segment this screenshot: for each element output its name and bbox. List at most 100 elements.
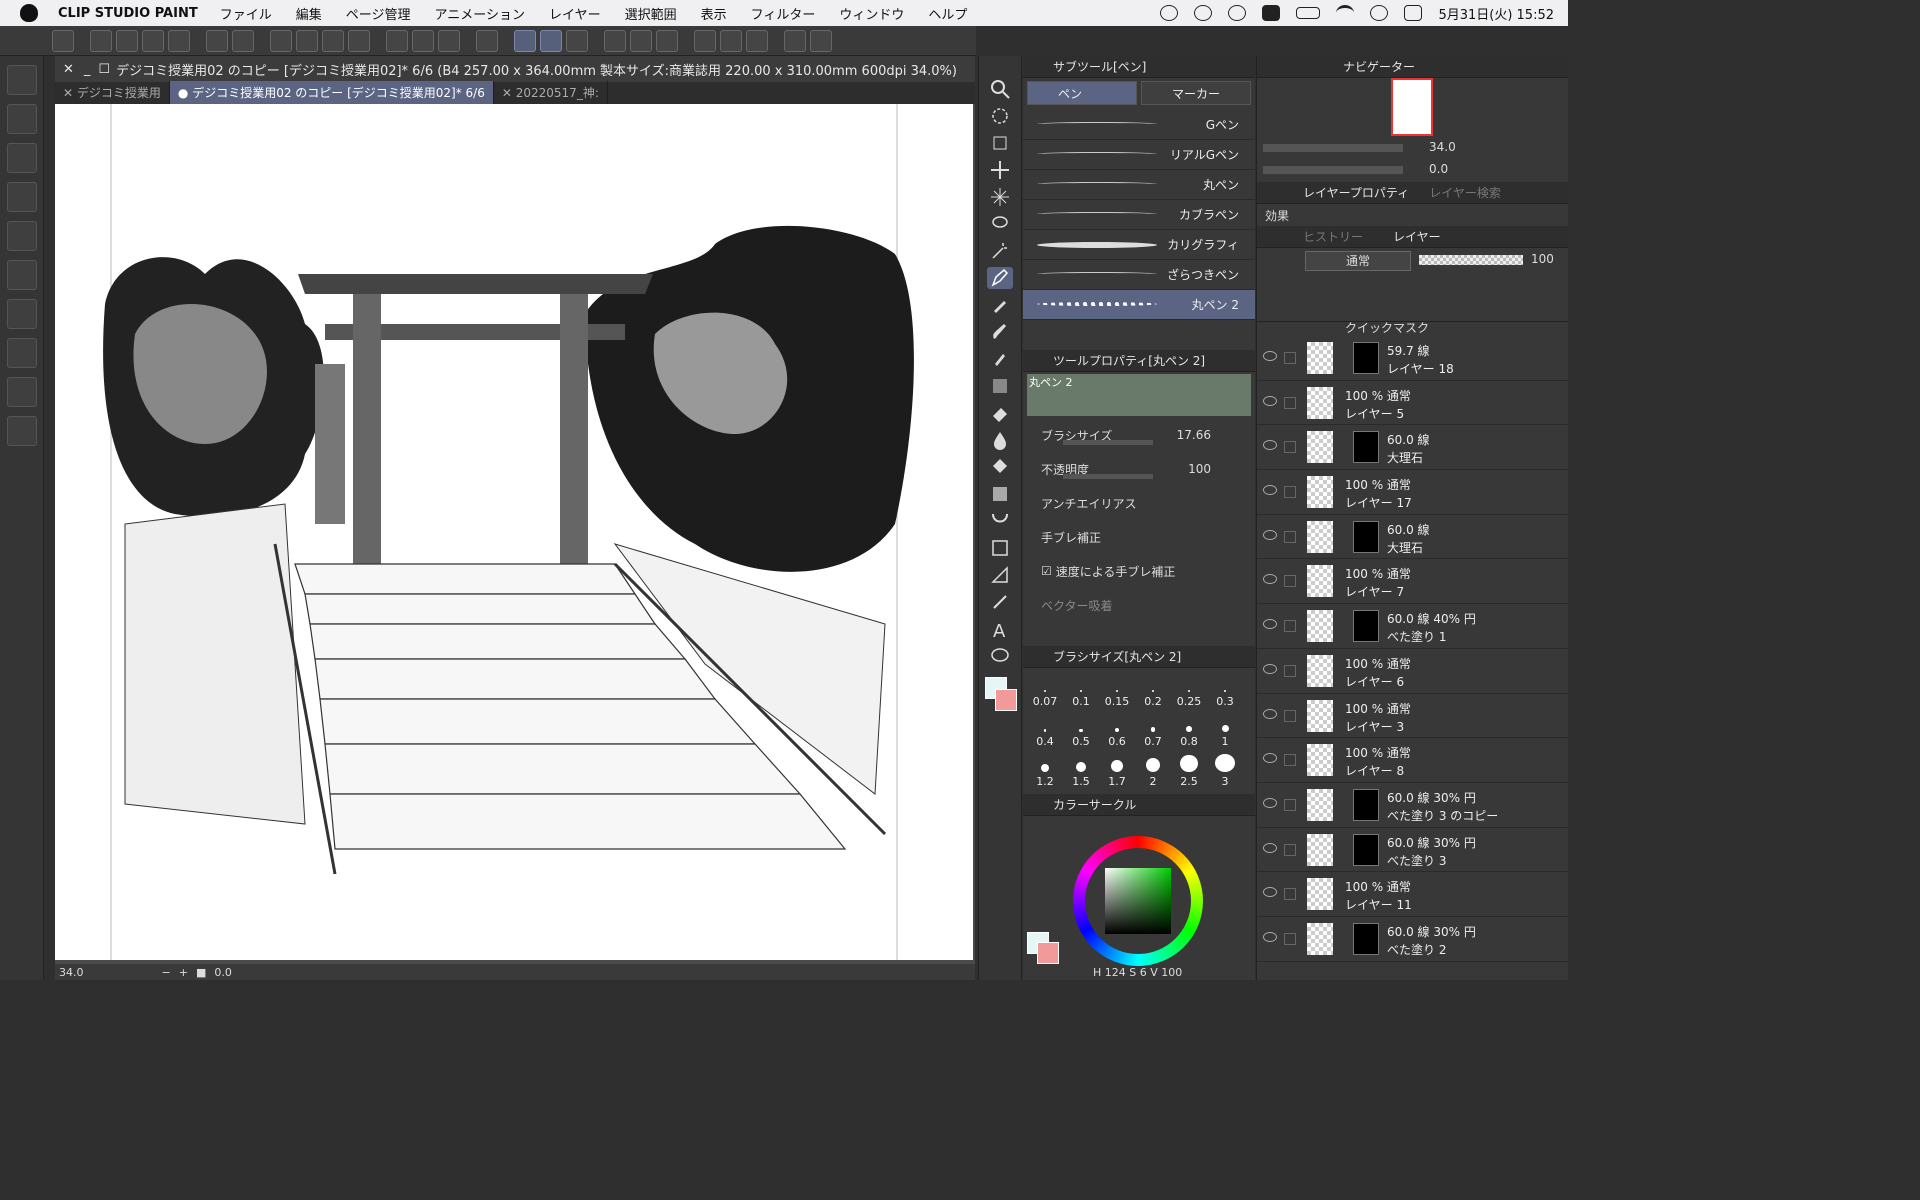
layer-row[interactable]: 100 % 通常 レイヤー 7 xyxy=(1257,559,1568,605)
stop-icon[interactable]: ■ xyxy=(196,966,206,979)
move-tool-icon[interactable] xyxy=(987,159,1013,181)
history-tab[interactable]: ヒストリー xyxy=(1303,228,1363,245)
tab-pen[interactable]: ペン xyxy=(1027,81,1137,105)
story-icon[interactable] xyxy=(7,65,37,95)
antialias-row[interactable]: アンチエイリアス xyxy=(1023,486,1255,520)
blend-tool-icon[interactable] xyxy=(987,429,1013,451)
page-grid-icon[interactable] xyxy=(7,182,37,212)
visibility-eye-icon[interactable] xyxy=(1263,619,1277,630)
brush-size-row[interactable]: ブラシサイズ 17.66 xyxy=(1023,418,1255,452)
maximize-icon[interactable]: ☐ xyxy=(98,62,110,77)
delete-page-icon[interactable] xyxy=(7,143,37,173)
snap-ruler-icon[interactable] xyxy=(514,29,536,52)
fill-tool-icon[interactable] xyxy=(987,456,1013,478)
lock-toggle[interactable] xyxy=(1284,620,1296,633)
next-page-icon[interactable] xyxy=(720,29,742,52)
brush-size-preset[interactable]: 1.7 xyxy=(1099,754,1135,788)
tab-document-3[interactable]: ✕ 20220517_神: xyxy=(494,81,608,104)
frame-border-tool-icon[interactable] xyxy=(987,537,1013,559)
eraser-tool-icon[interactable] xyxy=(987,402,1013,424)
brush-size-preset[interactable]: 1.5 xyxy=(1063,754,1099,788)
lock-toggle[interactable] xyxy=(1284,530,1296,543)
color-wheel[interactable] xyxy=(1073,836,1203,966)
brush-item-selected[interactable]: 丸ペン 2 xyxy=(1023,290,1255,320)
decoration-tool-icon[interactable] xyxy=(987,375,1013,397)
brush-size-preset[interactable]: 1 xyxy=(1207,714,1243,748)
rotate-view-tool-icon[interactable] xyxy=(987,105,1013,127)
opacity-row[interactable]: 不透明度 100 xyxy=(1023,452,1255,486)
navigator-rotate-slider[interactable] xyxy=(1263,166,1403,174)
frame-icon[interactable] xyxy=(438,29,460,52)
folder-page-icon[interactable] xyxy=(7,299,37,329)
ruler-tool-icon[interactable] xyxy=(987,564,1013,586)
figure-icon[interactable] xyxy=(7,416,37,446)
brush-item[interactable]: リアルGペン xyxy=(1023,140,1255,170)
rotate-icon[interactable] xyxy=(604,29,626,52)
zoom-in-icon[interactable]: + xyxy=(179,966,188,979)
visibility-eye-icon[interactable] xyxy=(1263,529,1277,540)
visibility-eye-icon[interactable] xyxy=(1263,887,1277,898)
save-icon[interactable] xyxy=(142,29,164,52)
undo-icon[interactable] xyxy=(206,29,228,52)
flip-horizontal-icon[interactable] xyxy=(630,29,652,52)
layer-opacity-slider[interactable] xyxy=(1419,255,1523,265)
ruler-icon[interactable] xyxy=(386,29,408,52)
layer-row[interactable]: 60.0 線大理石 xyxy=(1257,425,1568,471)
opacity-slider[interactable] xyxy=(1063,474,1153,479)
visibility-eye-icon[interactable] xyxy=(1263,440,1277,451)
text-page-icon[interactable] xyxy=(7,260,37,290)
visibility-eye-icon[interactable] xyxy=(1263,708,1277,719)
visibility-eye-icon[interactable] xyxy=(1263,351,1277,361)
brush-item[interactable]: カリグラフィ xyxy=(1023,230,1255,260)
layer-row[interactable]: 60.0 線 40% 円べた塗り 1 xyxy=(1257,604,1568,649)
lock-toggle[interactable] xyxy=(1284,396,1296,409)
pen-tool-icon[interactable] xyxy=(987,267,1013,289)
close-icon[interactable]: ✕ xyxy=(63,62,74,77)
transform-icon[interactable] xyxy=(348,29,370,52)
figure-tool-icon[interactable] xyxy=(987,510,1013,532)
lock-toggle[interactable] xyxy=(1284,843,1296,856)
layer-row[interactable]: 100 % 通常 レイヤー 11 xyxy=(1257,872,1568,917)
battery-icon[interactable] xyxy=(1296,7,1321,19)
zoom-out-icon[interactable]: − xyxy=(162,966,171,979)
app-name[interactable]: CLIP STUDIO PAINT xyxy=(58,6,198,21)
wifi-icon[interactable] xyxy=(1336,5,1355,21)
speed-stabilizer-checkbox[interactable]: ☑ xyxy=(1041,564,1052,578)
search-icon[interactable] xyxy=(1370,5,1389,21)
auto-select-tool-icon[interactable] xyxy=(987,186,1013,208)
navigator-thumbnail[interactable] xyxy=(1391,78,1433,136)
flip-vertical-icon[interactable] xyxy=(656,29,678,52)
line-icon[interactable] xyxy=(1194,5,1213,21)
material-icon[interactable] xyxy=(7,377,37,407)
brush-item[interactable]: Gペン xyxy=(1023,110,1255,140)
navigator-zoom-slider[interactable] xyxy=(1263,144,1403,152)
text-tool-icon[interactable]: A xyxy=(987,618,1013,640)
layer-row[interactable]: 100 % 通常 レイヤー 3 xyxy=(1257,694,1568,739)
brush-size-preset[interactable]: 2.5 xyxy=(1171,754,1207,788)
layer-row[interactable]: 60.0 線 30% 円べた塗り 3 xyxy=(1257,828,1568,873)
menu-filter[interactable]: フィルター xyxy=(751,4,816,23)
blend-mode-select[interactable]: 通常 xyxy=(1305,251,1411,271)
menu-edit[interactable]: 編集 xyxy=(296,4,322,23)
sub-color-swatch[interactable] xyxy=(1037,942,1059,964)
layer-search-tab[interactable]: レイヤー検索 xyxy=(1429,184,1501,201)
brush-size-preset[interactable]: 3 xyxy=(1207,754,1243,788)
rotation-value[interactable]: 0.0 xyxy=(214,966,232,979)
new-file-icon[interactable] xyxy=(90,29,112,52)
brush-size-preset[interactable]: 0.15 xyxy=(1099,674,1135,708)
menu-layer[interactable]: レイヤー xyxy=(549,4,601,23)
clip-studio-icon[interactable] xyxy=(52,29,74,52)
brush-size-preset[interactable]: 0.3 xyxy=(1207,674,1243,708)
lock-toggle[interactable] xyxy=(1284,709,1296,722)
menu-page[interactable]: ページ管理 xyxy=(346,4,411,23)
transparency-icon[interactable] xyxy=(476,29,498,52)
fill-icon[interactable] xyxy=(322,29,344,52)
layer-row[interactable]: 59.7 線レイヤー 18 xyxy=(1257,336,1568,381)
visibility-eye-icon[interactable] xyxy=(1263,931,1277,942)
visibility-eye-icon[interactable] xyxy=(1263,485,1277,496)
brush-size-preset[interactable]: 0.25 xyxy=(1171,674,1207,708)
creative-cloud-icon[interactable] xyxy=(1160,5,1179,21)
lock-toggle[interactable] xyxy=(1284,888,1296,901)
menu-view[interactable]: 表示 xyxy=(701,4,727,23)
layer-row[interactable]: 100 % 通常 レイヤー 6 xyxy=(1257,649,1568,694)
